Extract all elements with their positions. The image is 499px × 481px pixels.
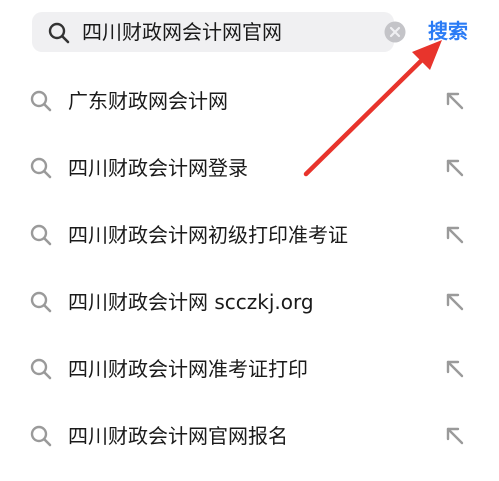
search-icon — [30, 157, 52, 183]
suggestion-label: 四川财政会计网登录 — [68, 156, 248, 180]
arrow-up-left-icon[interactable] — [444, 291, 466, 317]
arrow-up-left-icon[interactable] — [444, 425, 466, 451]
suggestion-label: 四川财政会计网准考证打印 — [68, 357, 308, 381]
suggestion-item[interactable]: 四川财政会计网准考证打印 — [0, 336, 499, 403]
suggestion-item[interactable]: 四川财政会计网 scczkj.org — [0, 269, 499, 336]
search-input[interactable]: 四川财政网会计网官网 — [82, 12, 282, 52]
suggestion-label: 广东财政网会计网 — [68, 89, 228, 113]
suggestion-label: 四川财政会计网 scczkj.org — [68, 290, 314, 314]
search-icon — [30, 90, 52, 116]
search-icon — [30, 224, 52, 250]
search-button[interactable]: 搜索 — [428, 14, 468, 48]
arrow-up-left-icon[interactable] — [444, 90, 466, 116]
arrow-up-left-icon[interactable] — [444, 224, 466, 250]
clear-icon[interactable] — [384, 21, 406, 47]
search-bar[interactable]: 四川财政网会计网官网 — [32, 12, 406, 52]
suggestion-item[interactable]: 广东财政网会计网 — [0, 68, 499, 135]
suggestion-item[interactable]: 四川财政会计网官网报名 — [0, 403, 499, 470]
arrow-up-left-icon[interactable] — [444, 358, 466, 384]
search-icon — [30, 358, 52, 384]
suggestion-item[interactable]: 四川财政会计网初级打印准考证 — [0, 202, 499, 269]
arrow-up-left-icon[interactable] — [444, 157, 466, 183]
search-icon — [30, 291, 52, 317]
suggestion-label: 四川财政会计网官网报名 — [68, 424, 288, 448]
suggestion-label: 四川财政会计网初级打印准考证 — [68, 223, 348, 247]
suggestion-item[interactable]: 四川财政会计网登录 — [0, 135, 499, 202]
search-icon — [48, 22, 70, 48]
search-icon — [30, 425, 52, 451]
